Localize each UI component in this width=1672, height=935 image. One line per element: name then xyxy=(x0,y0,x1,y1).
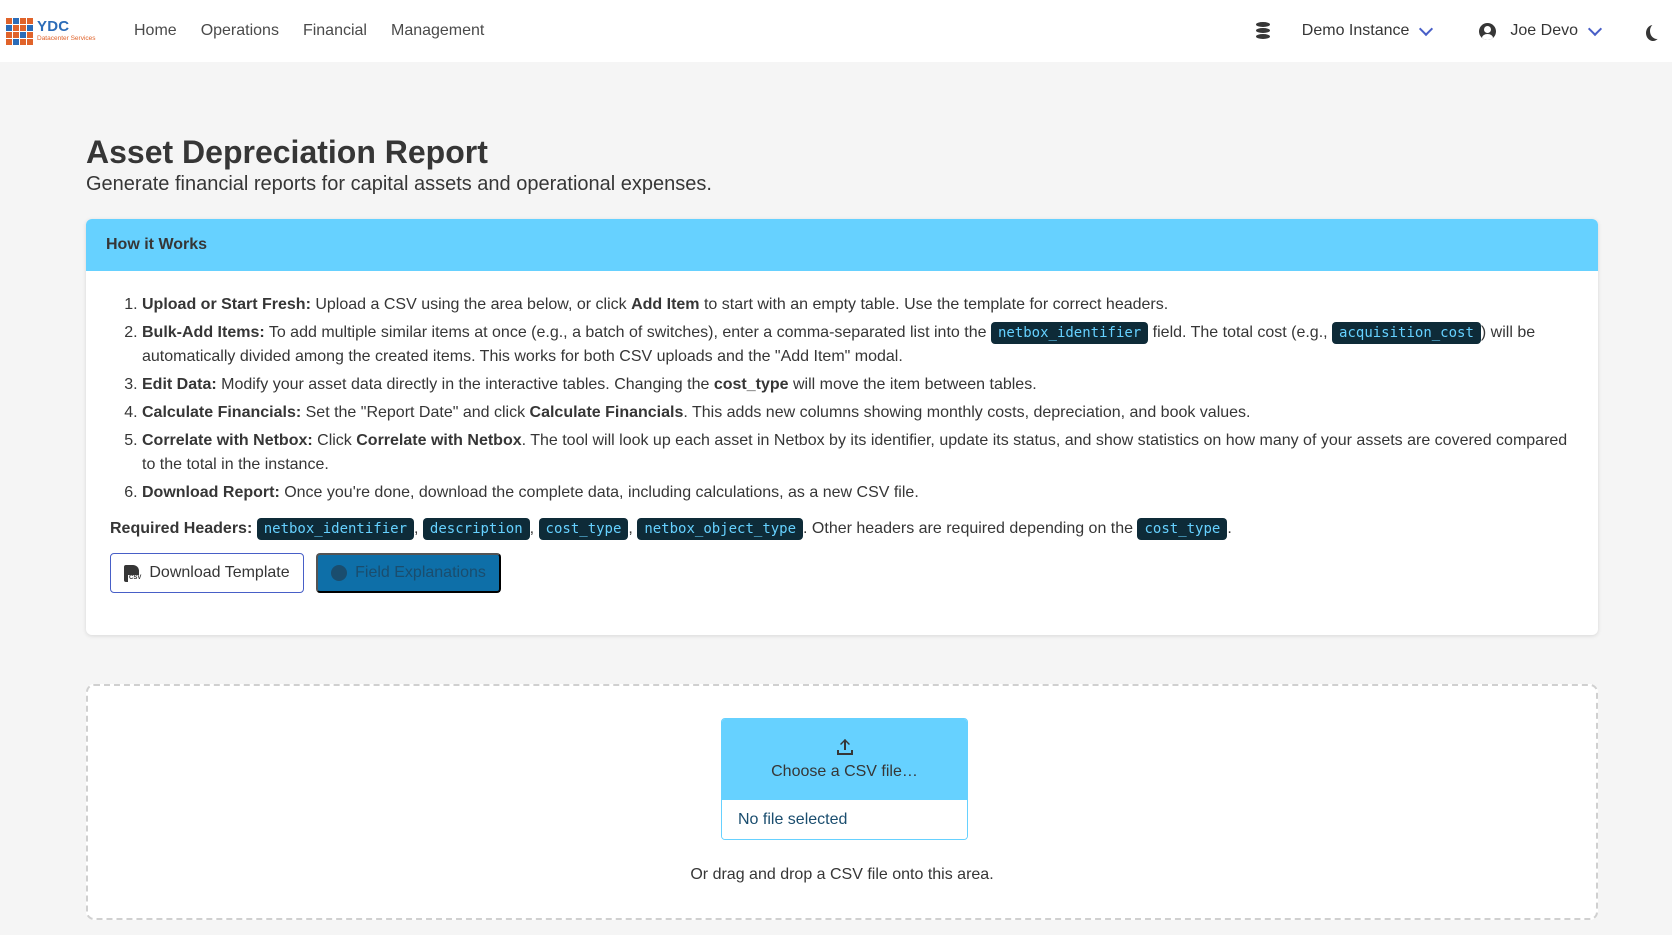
page-subtitle: Generate financial reports for capital a… xyxy=(86,173,712,195)
download-template-button[interactable]: Download Template xyxy=(110,553,304,593)
file-name: No file selected xyxy=(722,800,967,839)
code-tag: cost_type xyxy=(1137,518,1228,540)
user-circle-icon xyxy=(1479,22,1497,40)
code-tag: netbox_identifier xyxy=(990,322,1149,344)
database-icon xyxy=(1255,22,1270,40)
nav-financial[interactable]: Financial xyxy=(291,22,379,40)
file-csv-icon xyxy=(124,564,143,582)
step-correlate: Correlate with Netbox: Click Correlate w… xyxy=(142,429,1574,477)
required-headers: Required Headers: netbox_identifier, des… xyxy=(110,517,1574,541)
code-tag: netbox_identifier xyxy=(256,518,415,540)
file-cta[interactable]: Choose a CSV file… xyxy=(722,719,967,800)
code-tag: description xyxy=(422,518,530,540)
instance-label: Demo Instance xyxy=(1301,22,1410,39)
field-explanations-button[interactable]: Field Explanations xyxy=(316,553,501,593)
code-tag: cost_type xyxy=(538,518,629,540)
logo-icon xyxy=(6,17,33,45)
steps-list: Upload or Start Fresh: Upload a CSV usin… xyxy=(110,293,1574,505)
csv-drop-zone[interactable]: Choose a CSV file… No file selected Or d… xyxy=(86,684,1598,920)
code-tag: acquisition_cost xyxy=(1332,322,1481,344)
step-bulk-add: Bulk-Add Items: To add multiple similar … xyxy=(142,321,1574,369)
file-input[interactable]: Choose a CSV file… No file selected xyxy=(721,718,968,840)
drag-drop-hint: Or drag and drop a CSV file onto this ar… xyxy=(690,866,994,883)
instance-dropdown[interactable]: Demo Instance xyxy=(1301,21,1434,40)
user-name: Joe Devo xyxy=(1510,22,1578,39)
step-download: Download Report: Once you're done, downl… xyxy=(142,481,1574,505)
how-it-works-card: How it Works Upload or Start Fresh: Uplo… xyxy=(86,219,1598,635)
chevron-down-icon xyxy=(1587,21,1603,36)
info-circle-icon xyxy=(331,565,348,581)
brand-tagline: Datacenter Services xyxy=(37,35,96,43)
page-title: Asset Depreciation Report xyxy=(86,134,488,170)
nav-operations[interactable]: Operations xyxy=(189,22,291,40)
card-header: How it Works xyxy=(86,219,1598,271)
brand-name: YDC xyxy=(37,18,70,36)
step-edit-data: Edit Data: Modify your asset data direct… xyxy=(142,373,1574,397)
chevron-down-icon xyxy=(1419,21,1434,36)
step-upload: Upload or Start Fresh: Upload a CSV usin… xyxy=(142,293,1574,317)
choose-file-label: Choose a CSV file… xyxy=(771,762,918,780)
navbar: YDC Datacenter Services Home Operations … xyxy=(0,0,1672,62)
upload-icon xyxy=(836,738,853,755)
dark-mode-toggle-icon[interactable] xyxy=(1650,23,1664,39)
code-tag: netbox_object_type xyxy=(637,518,804,540)
nav-management[interactable]: Management xyxy=(379,22,496,40)
brand-logo[interactable]: YDC Datacenter Services xyxy=(0,0,110,62)
nav-home[interactable]: Home xyxy=(122,22,189,40)
user-dropdown[interactable]: Joe Devo xyxy=(1479,21,1603,40)
step-calculate: Calculate Financials: Set the "Report Da… xyxy=(142,401,1574,425)
